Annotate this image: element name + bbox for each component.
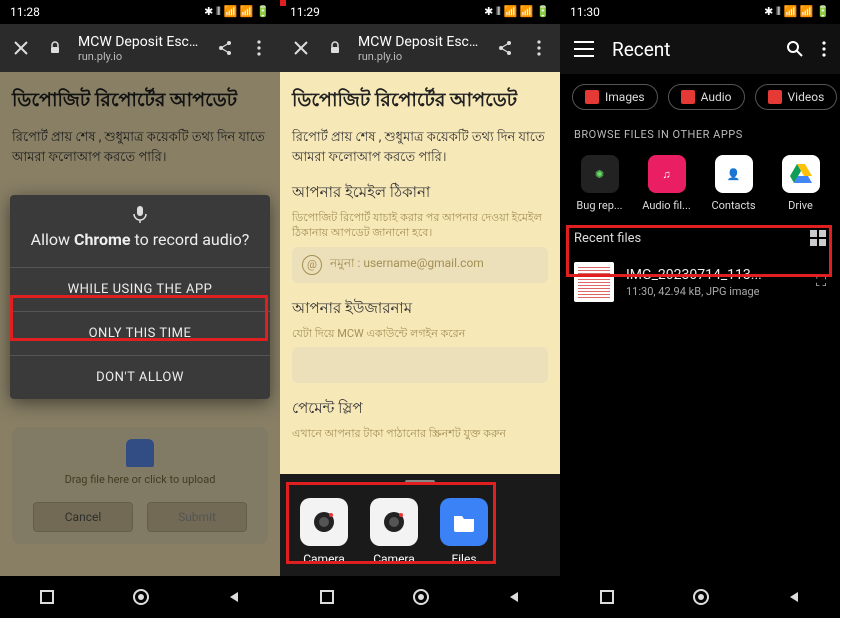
file-meta: 11:30, 42.94 kB, JPG image — [626, 285, 804, 298]
fullscreen-icon[interactable]: ⛶ — [816, 274, 826, 290]
camera-icon — [370, 498, 418, 546]
menu-icon[interactable] — [822, 41, 826, 57]
page-para: রিপোর্ট প্রায় শেষ , শুধুমাত্র কয়েকটি ত… — [12, 128, 268, 167]
share-icon[interactable] — [214, 37, 236, 59]
grid-view-icon[interactable] — [810, 230, 826, 246]
lock-icon — [324, 37, 346, 59]
tab-host: run.ply.io — [358, 50, 482, 63]
chip-images[interactable]: Images — [572, 84, 658, 110]
status-time: 11:30 — [570, 5, 600, 19]
picker-title: Recent — [612, 38, 768, 61]
hamburger-icon[interactable] — [574, 41, 594, 57]
close-icon[interactable] — [290, 37, 312, 59]
status-time: 11:28 — [10, 5, 40, 19]
app-drive[interactable]: Drive — [771, 155, 831, 212]
file-name: IMG_20230714_113... — [626, 267, 804, 283]
cloud-upload-icon — [126, 439, 154, 467]
status-time: 11:29 — [290, 5, 320, 19]
nav-recent-icon[interactable] — [599, 589, 615, 605]
app-contacts[interactable]: 👤Contacts — [704, 155, 764, 212]
app-audio-files[interactable]: ♫Audio fil... — [637, 155, 697, 212]
permission-dialog: Allow Chrome to record audio? WHILE USIN… — [10, 195, 270, 399]
nav-home-icon[interactable] — [412, 588, 430, 606]
video-icon — [768, 90, 782, 104]
drag-text: Drag file here or click to upload — [65, 473, 216, 486]
menu-icon[interactable] — [248, 37, 270, 59]
username-field[interactable] — [292, 347, 548, 383]
email-hint: ডিপোজিট রিপোর্ট যাচাই করার পর আপনার দেওয… — [292, 210, 548, 241]
close-icon[interactable] — [10, 37, 32, 59]
nav-home-icon[interactable] — [132, 588, 150, 606]
email-field[interactable]: @ নমুনা : username@gmail.com — [292, 247, 548, 283]
nav-recent-icon[interactable] — [39, 589, 55, 605]
perm-while-using[interactable]: WHILE USING THE APP — [10, 267, 270, 311]
slip-hint: এখানে আপনার টাকা পাঠানোর স্ক্রিনশট যুক্ত… — [292, 426, 548, 441]
file-thumbnail — [574, 262, 614, 302]
sheet-handle[interactable] — [405, 480, 435, 484]
page-heading: ডিপোজিট রিপোর্টের আপডেট — [292, 86, 548, 118]
share-icon[interactable] — [494, 37, 516, 59]
nav-home-icon[interactable] — [692, 588, 710, 606]
tab-host: run.ply.io — [78, 50, 202, 63]
lock-icon — [44, 37, 66, 59]
page-para: রিপোর্ট প্রায় শেষ , শুধুমাত্র কয়েকটি ত… — [292, 128, 548, 167]
nav-recent-icon[interactable] — [319, 589, 335, 605]
camera-icon — [300, 498, 348, 546]
audio-icon — [681, 90, 695, 104]
perm-dont-allow[interactable]: DON'T ALLOW — [10, 355, 270, 399]
perm-only-this-time[interactable]: ONLY THIS TIME — [10, 311, 270, 355]
music-icon: ♫ — [648, 155, 686, 193]
bottom-sheet: Camera Camera Files — [280, 474, 560, 576]
slip-label: পেমেন্ট স্লিপ — [292, 397, 548, 422]
mic-icon — [10, 195, 270, 229]
sheet-app-files[interactable]: Files — [440, 498, 488, 566]
person-icon: 👤 — [715, 155, 753, 193]
recent-files-label: Recent files — [574, 231, 641, 246]
image-icon — [585, 90, 599, 104]
file-row[interactable]: IMG_20230714_113... 11:30, 42.94 kB, JPG… — [560, 252, 840, 312]
status-icons: ✱ ⫴ 📶 📶 🔋 — [484, 5, 550, 19]
status-icons: ✱ ⫴ 📶 📶 🔋 — [204, 5, 270, 19]
bug-icon: ✺ — [581, 155, 619, 193]
username-label: আপনার ইউজারনাম — [292, 297, 548, 322]
app-bug-report[interactable]: ✺Bug rep... — [570, 155, 630, 212]
username-hint: যেটা দিয়ে MCW একাউন্টে লগইন করেন — [292, 326, 548, 341]
upload-box[interactable]: Drag file here or click to upload Cancel… — [12, 427, 268, 544]
page-heading: ডিপোজিট রিপোর্টের আপডেট — [12, 86, 268, 118]
folder-icon — [440, 498, 488, 546]
nav-back-icon[interactable] — [507, 590, 521, 604]
tab-title: MCW Deposit Escalati... — [358, 34, 482, 50]
drive-icon — [782, 155, 820, 193]
browse-label: BROWSE FILES IN OTHER APPS — [560, 120, 840, 151]
cancel-button[interactable]: Cancel — [33, 502, 133, 532]
search-icon[interactable] — [786, 40, 804, 58]
nav-back-icon[interactable] — [787, 590, 801, 604]
tab-title: MCW Deposit Escalati... — [78, 34, 202, 50]
nav-back-icon[interactable] — [227, 590, 241, 604]
chip-videos[interactable]: Videos — [755, 84, 838, 110]
submit-button[interactable]: Submit — [147, 502, 247, 532]
email-label: আপনার ইমেইল ঠিকানা — [292, 181, 548, 206]
sheet-app-camera[interactable]: Camera — [300, 498, 348, 566]
menu-icon[interactable] — [528, 37, 550, 59]
sheet-app-camera-2[interactable]: Camera — [370, 498, 418, 566]
permission-text: Allow Chrome to record audio? — [10, 229, 270, 267]
chip-audio[interactable]: Audio — [668, 84, 745, 110]
status-icons: ✱ ⫴ 📶 📶 🔋 — [764, 5, 830, 19]
